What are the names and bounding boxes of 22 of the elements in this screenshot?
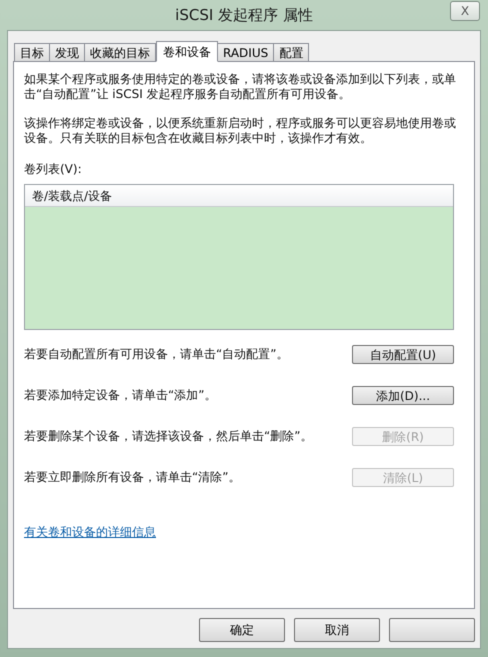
dialog-button[interactable]: 确定 [199,618,285,642]
tab[interactable]: 目标 [14,43,50,61]
instruction-text: 若要删除某个设备，请选择该设备，然后单击“删除”。 [24,428,312,445]
dialog-button[interactable]: 取消 [294,618,380,642]
instruction-text: 若要立即删除所有设备，请单击“清除”。 [24,469,240,486]
dialog-button[interactable] [389,618,475,642]
intro-text: 如果某个程序或服务使用特定的卷或设备，请将该卷或设备添加到以下列表，或单击“自动配置”让 iSCSI 发起程序服务自动配置所有可用设备。 [24,72,457,102]
tab[interactable]: 收藏的目标 [84,43,156,61]
close-button[interactable]: X [450,1,480,21]
list-label: 卷列表(V): [24,161,83,178]
instruction-text: 若要添加特定设备，请单击“添加”。 [24,387,216,404]
action-button[interactable]: 自动配置(U) [352,344,454,364]
help-link[interactable]: 有关卷和设备的详细信息 [24,523,156,541]
action-button[interactable]: 添加(D)... [352,386,454,404]
tab[interactable]: 配置 [273,43,310,61]
volume-list[interactable]: 卷/装载点/设备 [24,184,454,330]
intro-text: 该操作将绑定卷或设备，以便系统重新启动时，程序或服务可以更容易地使用卷或设备。只有关联的目标包含在收藏目标列表中时，该操作才有效。 [24,116,457,146]
tab[interactable]: 发现 [49,43,85,61]
instruction-text: 若要自动配置所有可用设备，请单击“自动配置”。 [24,346,288,363]
window-title: iSCSI 发起程序 属性 [175,4,313,26]
tab[interactable]: 卷和设备 [156,41,218,62]
tab[interactable]: RADIUS [217,43,274,61]
